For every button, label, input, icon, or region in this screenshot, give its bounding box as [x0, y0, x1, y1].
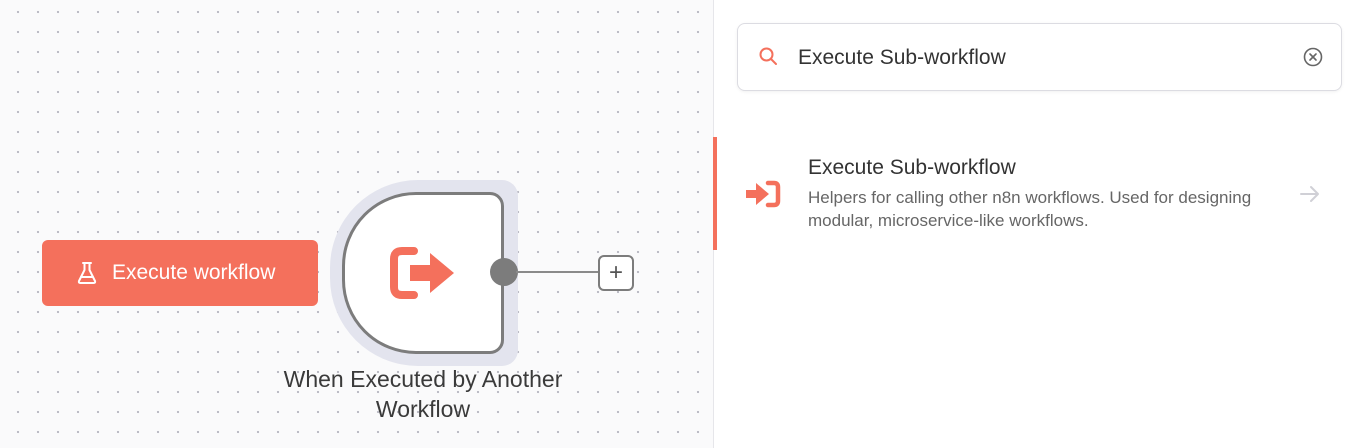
plus-icon: +: [608, 259, 623, 286]
clear-circle-icon[interactable]: [1302, 46, 1324, 68]
arrow-right-icon: [1300, 186, 1319, 202]
add-node-button[interactable]: +: [598, 255, 634, 291]
sign-out-icon: [390, 247, 454, 299]
node-search-box[interactable]: [737, 23, 1342, 91]
node-label: When Executed by Another Workflow: [283, 366, 563, 422]
result-item[interactable]: Execute Sub-workflow Helpers for calling…: [713, 137, 1366, 250]
connection-line: [516, 271, 600, 273]
flask-icon: [77, 262, 97, 284]
execute-workflow-button[interactable]: Execute workflow: [42, 240, 318, 306]
workflow-canvas[interactable]: Execute workflow + When Executed by Anot…: [0, 0, 713, 448]
search-input[interactable]: [798, 40, 1278, 76]
search-icon: [759, 47, 777, 65]
sign-in-icon: [746, 180, 781, 208]
execute-workflow-label: Execute workflow: [112, 261, 276, 284]
result-title: Execute Sub-workflow: [808, 156, 1016, 179]
result-description: Helpers for calling other n8n workflows.…: [808, 188, 1252, 230]
trigger-node[interactable]: [342, 192, 504, 354]
result-active-indicator: [713, 137, 717, 250]
node-output-handle[interactable]: [490, 258, 518, 286]
